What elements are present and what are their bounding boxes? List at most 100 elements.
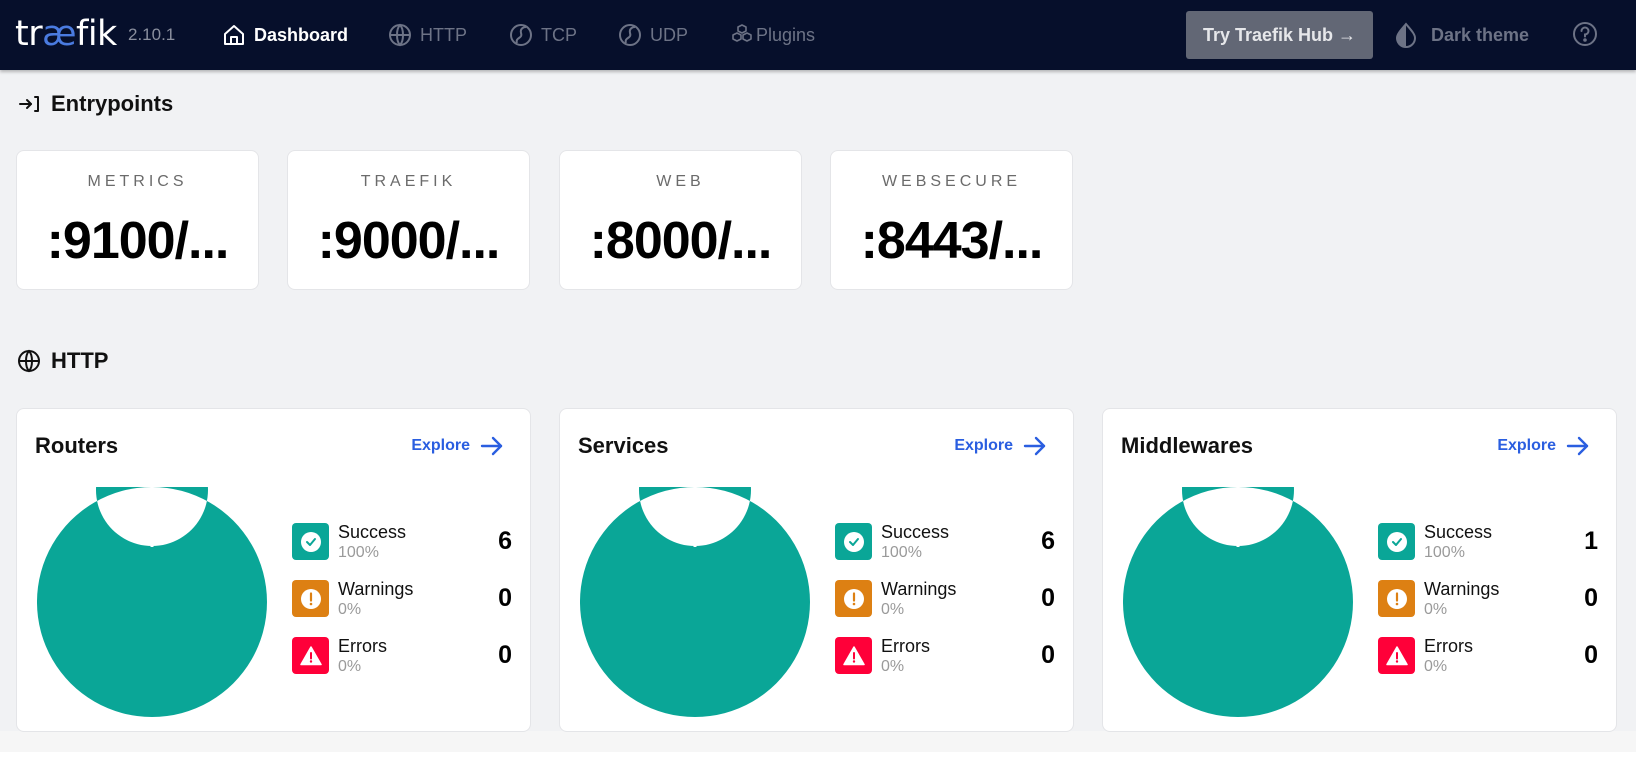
errors-label: Errors <box>338 636 387 656</box>
errors-count: 0 <box>1041 641 1055 669</box>
nav-udp-label: UDP <box>650 24 689 45</box>
nav-http[interactable]: HTTP <box>388 20 467 50</box>
legend-success: Success 100% 6 <box>292 522 512 580</box>
success-count: 1 <box>1584 527 1598 555</box>
errors-percent: 0% <box>881 658 905 675</box>
exclamation-circle-icon <box>300 588 321 609</box>
services-legend: Success 100% 6 Warnings 0% 0 Errors 0% 0 <box>835 522 1055 694</box>
entrypoint-card-web[interactable]: WEB :8000/... <box>559 150 802 290</box>
services-donut-chart <box>580 487 810 717</box>
success-label: Success <box>881 522 950 542</box>
card-title: Middlewares <box>1121 433 1254 458</box>
entrypoints-heading: Entrypoints <box>17 91 173 117</box>
entrypoint-icon <box>19 96 39 112</box>
warnings-count: 0 <box>1041 584 1055 612</box>
nav-http-label: HTTP <box>420 24 467 45</box>
http-heading: HTTP <box>17 348 108 374</box>
warnings-label: Warnings <box>1424 579 1500 599</box>
success-label: Success <box>1424 522 1493 542</box>
exclamation-circle-icon <box>1386 588 1407 609</box>
errors-percent: 0% <box>338 658 362 675</box>
explore-label: Explore <box>411 437 470 454</box>
error-badge <box>292 637 329 674</box>
success-percent: 100% <box>338 544 379 561</box>
warning-triangle-icon <box>299 645 322 665</box>
warning-triangle-icon <box>842 645 865 665</box>
error-badge <box>1378 637 1415 674</box>
warning-badge <box>835 580 872 617</box>
middlewares-legend: Success 100% 1 Warnings 0% 0 Errors 0% 0 <box>1378 522 1598 694</box>
top-navbar: træfik 2.10.1 Dashboard HTTP TCP UDP Plu… <box>0 0 1636 70</box>
errors-count: 0 <box>1584 641 1598 669</box>
warnings-percent: 0% <box>881 601 905 618</box>
entrypoint-address: :8443/... <box>860 212 1044 270</box>
check-circle-icon <box>300 531 321 552</box>
arrow-right-icon <box>1566 436 1589 456</box>
udp-icon <box>619 24 641 46</box>
warnings-label: Warnings <box>338 579 414 599</box>
errors-label: Errors <box>881 636 930 656</box>
nav-plugins-label: Plugins <box>756 24 816 45</box>
explore-middlewares-link[interactable]: Explore <box>1497 436 1590 456</box>
legend-warnings: Warnings 0% 0 <box>292 579 512 637</box>
legend-errors: Errors 0% 0 <box>1378 636 1598 694</box>
legend-warnings: Warnings 0% 0 <box>1378 579 1598 637</box>
arrow-right-icon <box>1023 436 1046 456</box>
entrypoint-address: :9000/... <box>317 212 501 270</box>
logo-text-ae: æ <box>42 14 76 54</box>
success-badge <box>292 523 329 560</box>
success-percent: 100% <box>1424 544 1465 561</box>
legend-errors: Errors 0% 0 <box>835 636 1055 694</box>
errors-percent: 0% <box>1424 658 1448 675</box>
legend-success: Success 100% 1 <box>1378 522 1598 580</box>
success-badge <box>1378 523 1415 560</box>
help-icon[interactable] <box>1572 21 1598 47</box>
entrypoint-name: WEBSECURE <box>881 173 1022 190</box>
exclamation-circle-icon <box>843 588 864 609</box>
nav-plugins[interactable]: Plugins <box>730 20 815 50</box>
success-percent: 100% <box>881 544 922 561</box>
entrypoint-name: TRAEFIK <box>360 173 457 190</box>
nav-tcp[interactable]: TCP <box>509 20 577 50</box>
traefik-logo[interactable]: træfik <box>15 14 117 54</box>
tcp-icon <box>510 24 532 46</box>
explore-routers-link[interactable]: Explore <box>411 436 504 456</box>
success-label: Success <box>338 522 407 542</box>
entrypoint-card-metrics[interactable]: METRICS :9100/... <box>16 150 259 290</box>
entrypoint-card-traefik[interactable]: TRAEFIK :9000/... <box>287 150 530 290</box>
nav-dashboard[interactable]: Dashboard <box>222 20 348 50</box>
errors-label: Errors <box>1424 636 1473 656</box>
http-title: HTTP <box>51 348 109 373</box>
middlewares-donut-chart <box>1123 487 1353 717</box>
logo-text-start: tr <box>15 14 43 54</box>
card-title: Routers <box>35 433 119 458</box>
routers-legend: Success 100% 6 Warnings 0% 0 Errors 0% 0 <box>292 522 512 694</box>
errors-count: 0 <box>498 641 512 669</box>
legend-warnings: Warnings 0% 0 <box>835 579 1055 637</box>
nav-udp[interactable]: UDP <box>618 20 688 50</box>
dark-theme-toggle[interactable]: Dark theme <box>1395 20 1529 50</box>
success-count: 6 <box>1041 527 1055 555</box>
warnings-percent: 0% <box>1424 601 1448 618</box>
warnings-percent: 0% <box>338 601 362 618</box>
explore-services-link[interactable]: Explore <box>954 436 1047 456</box>
try-traefik-hub-button[interactable]: Try Traefik Hub → <box>1186 11 1373 59</box>
middlewares-card: Middlewares Explore Success 100% 1 Warni… <box>1102 408 1617 732</box>
globe-icon <box>18 349 40 373</box>
globe-icon <box>389 23 411 47</box>
dark-theme-label: Dark theme <box>1431 24 1530 45</box>
warnings-count: 0 <box>498 584 512 612</box>
entrypoint-card-websecure[interactable]: WEBSECURE :8443/... <box>830 150 1073 290</box>
logo-text-end: fik <box>76 14 117 54</box>
success-badge <box>835 523 872 560</box>
explore-label: Explore <box>954 437 1013 454</box>
warning-triangle-icon <box>1385 645 1408 665</box>
legend-errors: Errors 0% 0 <box>292 636 512 694</box>
version-label: 2.10.1 <box>128 25 176 44</box>
arrow-right-icon <box>480 436 503 456</box>
success-count: 6 <box>498 527 512 555</box>
error-badge <box>835 637 872 674</box>
services-card: Services Explore Success 100% 6 Warnings… <box>559 408 1074 732</box>
contrast-drop-icon <box>1395 22 1417 48</box>
card-title: Services <box>578 433 669 458</box>
